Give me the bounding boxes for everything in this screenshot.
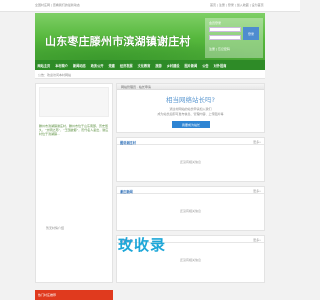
empty-message: 还没有相关信息: [179, 209, 201, 213]
apply-webmaster-button[interactable]: 我要成为站长: [172, 121, 210, 128]
village-intro-text[interactable]: 滕州市滨湖镇谢庄村，滕州市位于山东南部，历史悠久，“文明之邦”，“王国故都”，历…: [39, 124, 111, 136]
nav-item-notice[interactable]: 公告: [200, 63, 211, 68]
nav-item-economy[interactable]: 经济发展: [117, 63, 135, 68]
notice-bar: 公告：欢迎访问本村网站: [35, 70, 265, 79]
hero-desc-2: 成为站长后即可发布信息、管理内容、上传图片等: [157, 112, 224, 116]
notice-text: 公告：欢迎访问本村网站: [38, 73, 72, 77]
hero-desc-1: 通过村网站的站长申请加入我们: [169, 107, 212, 111]
hero-question: 相当网络站长吗?: [166, 96, 215, 104]
site-title: 山东枣庄滕州市滨湖镇谢庄村: [45, 35, 191, 48]
empty-message: 还没有相关信息: [179, 258, 201, 262]
nav-item-party[interactable]: 党建: [106, 63, 117, 68]
recommend-bar[interactable]: 热门村庄推荐: [35, 290, 113, 300]
section-title[interactable]: 图说谢庄村: [120, 140, 136, 145]
watermark-logo: 玫收录: [118, 236, 167, 254]
login-label: 会员登录: [209, 21, 222, 25]
empty-message: 还没有相关信息: [179, 160, 201, 164]
section-title[interactable]: 谢庄新闻: [120, 189, 133, 194]
village-empty-text: 暂无村情介绍: [46, 226, 65, 230]
login-button[interactable]: 登录: [243, 27, 259, 40]
nav-item-construction[interactable]: 乡村建设: [164, 63, 182, 68]
nav-item-invest[interactable]: 对外招商: [211, 63, 229, 68]
village-intro-box: 滕州市滨湖镇谢庄村，滕州市位于山东南部，历史悠久，“文明之邦”，“王国故都”，历…: [35, 83, 113, 283]
nav-item-affairs[interactable]: 政务公开: [88, 63, 106, 68]
hero-header-text: 网站管理员 · 站长申请: [121, 85, 151, 89]
nav-item-news[interactable]: 新闻动态: [71, 63, 89, 68]
village-image: [39, 87, 109, 117]
main-nav: 网站主页 本村简介 新闻动态 政务公开 党建 经济发展 文化教育 旅游 乡村建设…: [35, 60, 265, 70]
login-panel: 会员登录 登录 注册 | 忘记密码: [205, 18, 263, 58]
top-bar: 全国村庄网 | 查看我们的最新动态 首页 | 注册 | 登录 | 加入收藏 | …: [0, 0, 300, 12]
nav-item-travel[interactable]: 旅游: [153, 63, 164, 68]
section-photos: 图说谢庄村 更多» 还没有相关信息: [116, 137, 265, 182]
webmaster-apply-box: 网站管理员 · 站长申请 相当网络站长吗? 通过村网站的站长申请加入我们 成为站…: [116, 83, 265, 133]
more-link[interactable]: 更多»: [253, 189, 261, 193]
username-field[interactable]: [209, 27, 241, 32]
nav-item-photos[interactable]: 图片新闻: [182, 63, 200, 68]
site-banner: 山东枣庄滕州市滨湖镇谢庄村 会员登录 登录 注册 | 忘记密码: [35, 13, 265, 60]
nav-item-home[interactable]: 网站主页: [35, 63, 53, 68]
section-header: 图说谢庄村 更多»: [117, 138, 264, 145]
recommend-text: 热门村庄推荐: [38, 293, 57, 297]
hero-header: 网站管理员 · 站长申请: [117, 84, 264, 90]
section-header: 谢庄新闻 更多»: [117, 187, 264, 194]
nav-item-intro[interactable]: 本村简介: [53, 63, 71, 68]
section-news: 谢庄新闻 更多» 还没有相关信息: [116, 186, 265, 231]
top-left-text: 全国村庄网 | 查看我们的最新动态: [35, 3, 80, 7]
top-links[interactable]: 首页 | 注册 | 登录 | 加入收藏 | 设为首页: [210, 3, 264, 7]
password-field[interactable]: [209, 35, 241, 40]
nav-item-culture[interactable]: 文化教育: [135, 63, 153, 68]
more-link[interactable]: 更多»: [253, 238, 261, 242]
login-links[interactable]: 注册 | 忘记密码: [209, 47, 230, 51]
more-link[interactable]: 更多»: [253, 140, 261, 144]
